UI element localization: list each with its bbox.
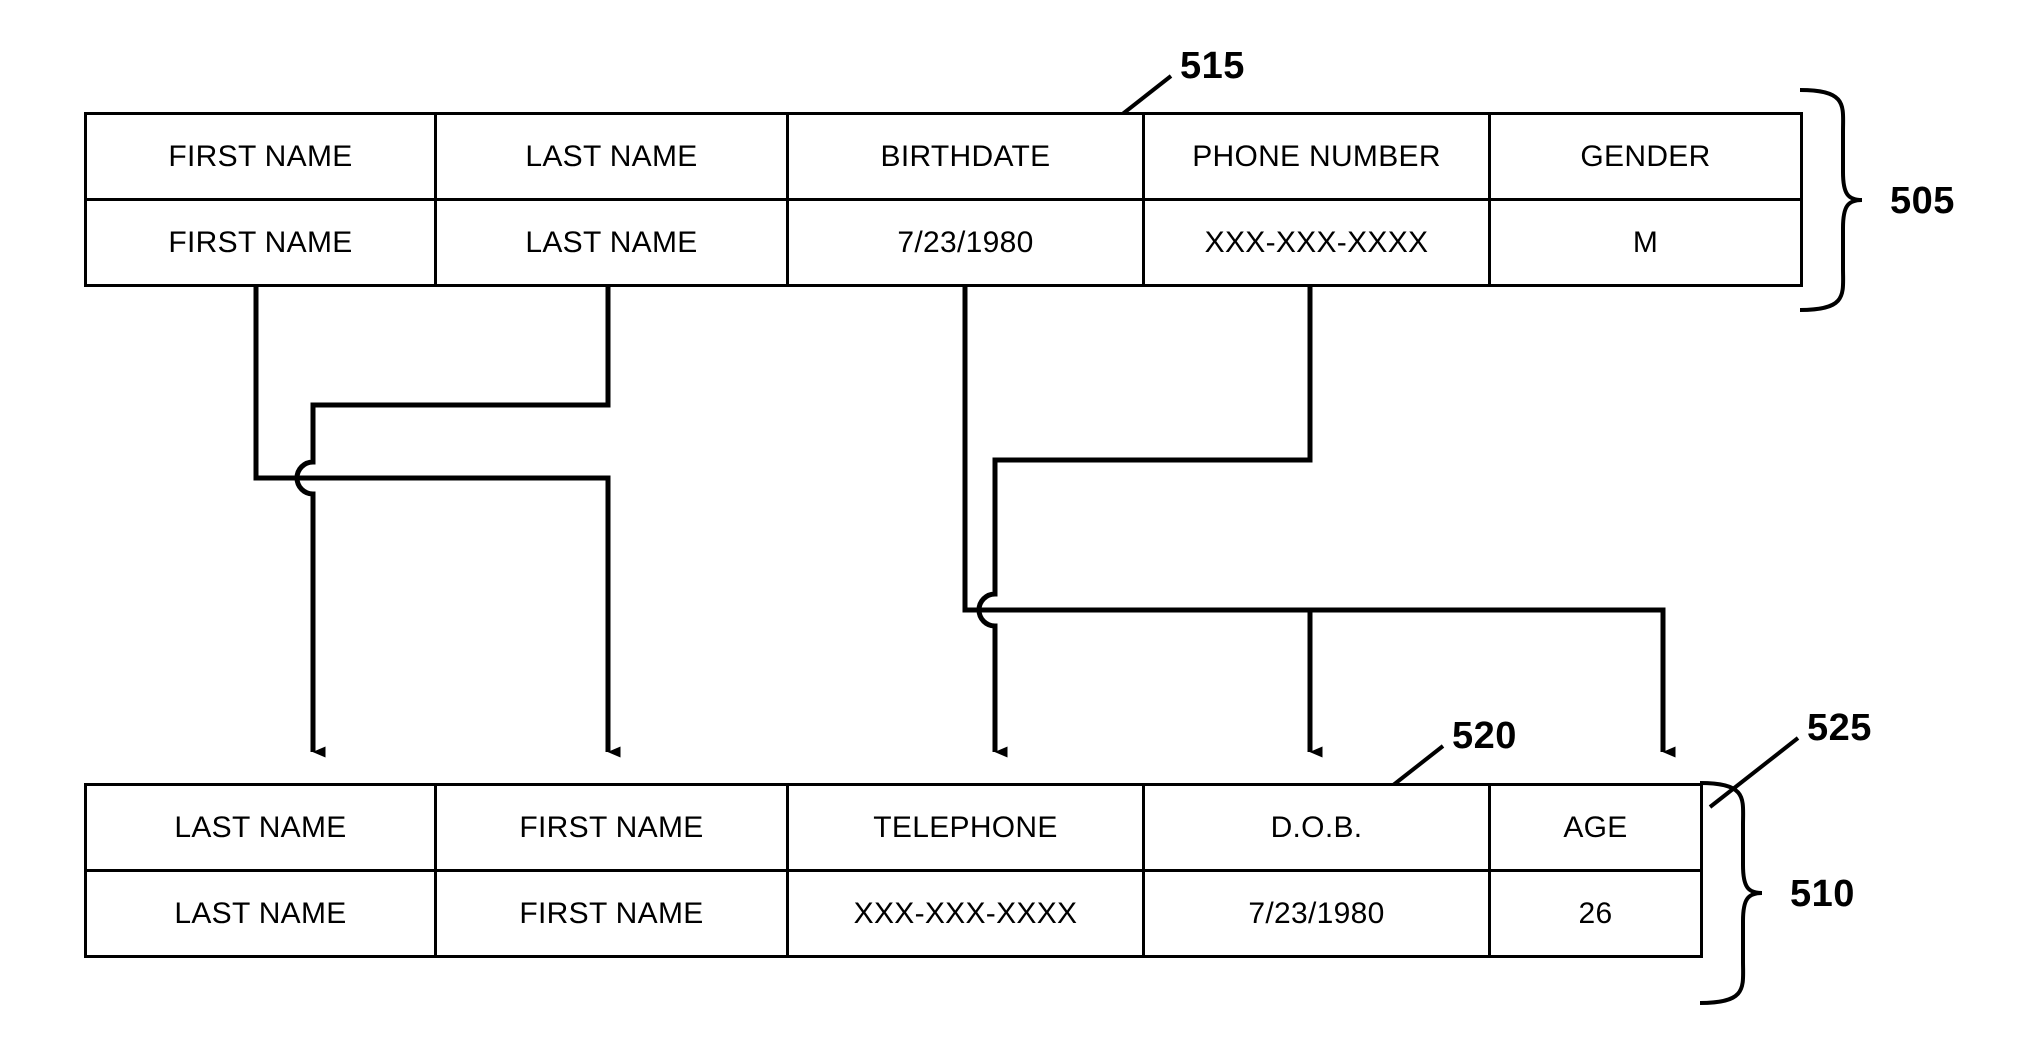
destination-cell-last-name: LAST NAME [84, 869, 437, 958]
source-header-last-name: LAST NAME [434, 112, 789, 201]
source-header-gender: GENDER [1488, 112, 1803, 201]
source-table-brace [1799, 88, 1863, 312]
table-row: LAST NAME FIRST NAME XXX-XXX-XXXX 7/23/1… [84, 869, 1703, 958]
destination-header-first-name: FIRST NAME [434, 783, 789, 872]
source-table: FIRST NAME LAST NAME BIRTHDATE PHONE NUM… [84, 112, 1803, 287]
reference-numeral-520: 520 [1452, 715, 1517, 757]
patent-figure: FIRST NAME LAST NAME BIRTHDATE PHONE NUM… [0, 0, 2023, 1063]
reference-numeral-515: 515 [1180, 45, 1245, 87]
reference-numeral-510: 510 [1790, 873, 1855, 915]
source-cell-gender: M [1488, 198, 1803, 287]
source-header-birthdate: BIRTHDATE [786, 112, 1145, 201]
destination-cell-telephone: XXX-XXX-XXXX [786, 869, 1145, 958]
connector-birthdate-dob [962, 287, 1323, 758]
table-row: LAST NAME FIRST NAME TELEPHONE D.O.B. AG… [84, 783, 1703, 872]
table-row: FIRST NAME LAST NAME 7/23/1980 XXX-XXX-X… [84, 198, 1803, 287]
destination-header-last-name: LAST NAME [84, 783, 437, 872]
source-cell-birthdate: 7/23/1980 [786, 198, 1145, 287]
destination-cell-age: 26 [1488, 869, 1703, 958]
leader-line-525 [1708, 736, 1800, 809]
destination-table: LAST NAME FIRST NAME TELEPHONE D.O.B. AG… [84, 783, 1703, 958]
destination-cell-first-name: FIRST NAME [434, 869, 789, 958]
destination-header-dob: D.O.B. [1142, 783, 1491, 872]
destination-header-age: AGE [1488, 783, 1703, 872]
destination-cell-dob: 7/23/1980 [1142, 869, 1491, 958]
destination-table-brace [1699, 781, 1763, 1005]
connector-firstname [253, 287, 621, 758]
destination-header-telephone: TELEPHONE [786, 783, 1145, 872]
source-cell-last-name: LAST NAME [434, 198, 789, 287]
table-row: FIRST NAME LAST NAME BIRTHDATE PHONE NUM… [84, 112, 1803, 201]
source-header-first-name: FIRST NAME [84, 112, 437, 201]
reference-numeral-525: 525 [1807, 707, 1872, 749]
source-cell-first-name: FIRST NAME [84, 198, 437, 287]
connector-phone [976, 287, 1313, 758]
source-cell-phone-number: XXX-XXX-XXXX [1142, 198, 1491, 287]
source-header-phone-number: PHONE NUMBER [1142, 112, 1491, 201]
connector-birthdate-age [965, 607, 1676, 758]
reference-numeral-505: 505 [1890, 180, 1955, 222]
connector-lastname [294, 287, 611, 758]
